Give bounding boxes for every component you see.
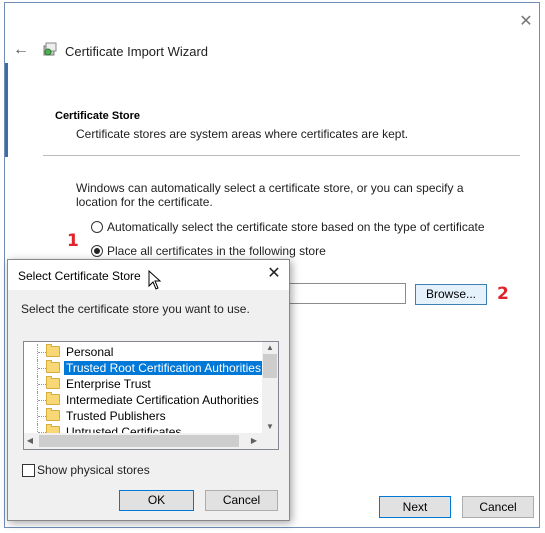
scrollbar-corner — [262, 433, 278, 449]
folder-icon — [46, 376, 60, 389]
annotation-1: 1 — [67, 231, 79, 251]
select-certificate-store-dialog: Select Certificate Store ✕ Select the ce… — [7, 259, 290, 521]
tree-item-intermediate[interactable]: Intermediate Certification Authorities — [24, 392, 262, 408]
tree-item-label: Trusted Root Certification Authorities — [63, 360, 264, 376]
section-title: Certificate Store — [55, 110, 140, 122]
tree-connector — [38, 416, 46, 417]
tree-item-enterprise-trust[interactable]: Enterprise Trust — [24, 376, 262, 392]
folder-icon — [46, 408, 60, 421]
tree-item-label: Enterprise Trust — [66, 377, 151, 391]
dialog-prompt: Select the certificate store you want to… — [21, 302, 250, 316]
tree-connector — [38, 352, 46, 353]
folder-icon — [46, 360, 60, 373]
wizard-title: Certificate Import Wizard — [65, 44, 209, 59]
window-edge-strip — [5, 63, 8, 157]
annotation-2: 2 — [497, 284, 509, 304]
show-physical-stores-checkbox[interactable] — [22, 464, 35, 477]
vertical-scrollbar[interactable]: ▲ ▼ — [262, 342, 278, 433]
back-arrow-icon[interactable]: ← — [13, 41, 29, 59]
folder-icon — [46, 344, 60, 357]
divider — [43, 155, 520, 156]
mouse-cursor-icon — [148, 270, 162, 290]
horizontal-scroll-thumb[interactable] — [39, 435, 239, 447]
show-physical-stores-label[interactable]: Show physical stores — [37, 463, 150, 477]
intro-text: Windows can automatically select a certi… — [76, 181, 464, 209]
folder-icon — [46, 392, 60, 405]
radio-auto-select[interactable] — [91, 221, 103, 233]
tree-connector — [38, 368, 46, 369]
cancel-button[interactable]: Cancel — [462, 496, 534, 518]
dialog-close-icon[interactable]: ✕ — [264, 264, 284, 284]
tree-item-trusted-publishers[interactable]: Trusted Publishers — [24, 408, 262, 424]
tree-item-label: Intermediate Certification Authorities — [66, 393, 259, 407]
tree-item-personal[interactable]: Personal — [24, 344, 262, 360]
certificate-store-tree[interactable]: Personal Trusted Root Certification Auth… — [23, 341, 279, 450]
browse-button[interactable]: Browse... — [415, 284, 487, 305]
next-button[interactable]: Next — [379, 496, 451, 518]
radio-place-in-store[interactable] — [91, 245, 103, 257]
vertical-scroll-thumb[interactable] — [263, 354, 277, 378]
ok-button[interactable]: OK — [119, 490, 194, 511]
tree-item-trusted-root[interactable]: Trusted Root Certification Authorities — [24, 360, 264, 376]
scroll-left-icon[interactable]: ◀ — [24, 435, 36, 447]
scroll-down-icon[interactable]: ▼ — [262, 421, 278, 433]
dialog-cancel-button[interactable]: Cancel — [205, 490, 278, 511]
tree-connector — [38, 400, 46, 401]
section-description: Certificate stores are system areas wher… — [76, 127, 409, 141]
close-icon[interactable]: ✕ — [516, 12, 536, 32]
tree-item-label: Personal — [66, 345, 114, 359]
tree-item-label: Trusted Publishers — [66, 409, 166, 423]
certificate-store-field[interactable] — [288, 283, 406, 304]
scroll-right-icon[interactable]: ▶ — [248, 435, 260, 447]
radio-auto-select-label[interactable]: Automatically select the certificate sto… — [107, 220, 485, 234]
dialog-title: Select Certificate Store — [18, 269, 141, 283]
scroll-up-icon[interactable]: ▲ — [262, 342, 278, 354]
radio-place-in-store-label[interactable]: Place all certificates in the following … — [107, 244, 326, 258]
tree-connector — [38, 384, 46, 385]
certificate-wizard-icon — [43, 42, 57, 56]
horizontal-scrollbar[interactable]: ◀ ▶ — [24, 433, 262, 449]
